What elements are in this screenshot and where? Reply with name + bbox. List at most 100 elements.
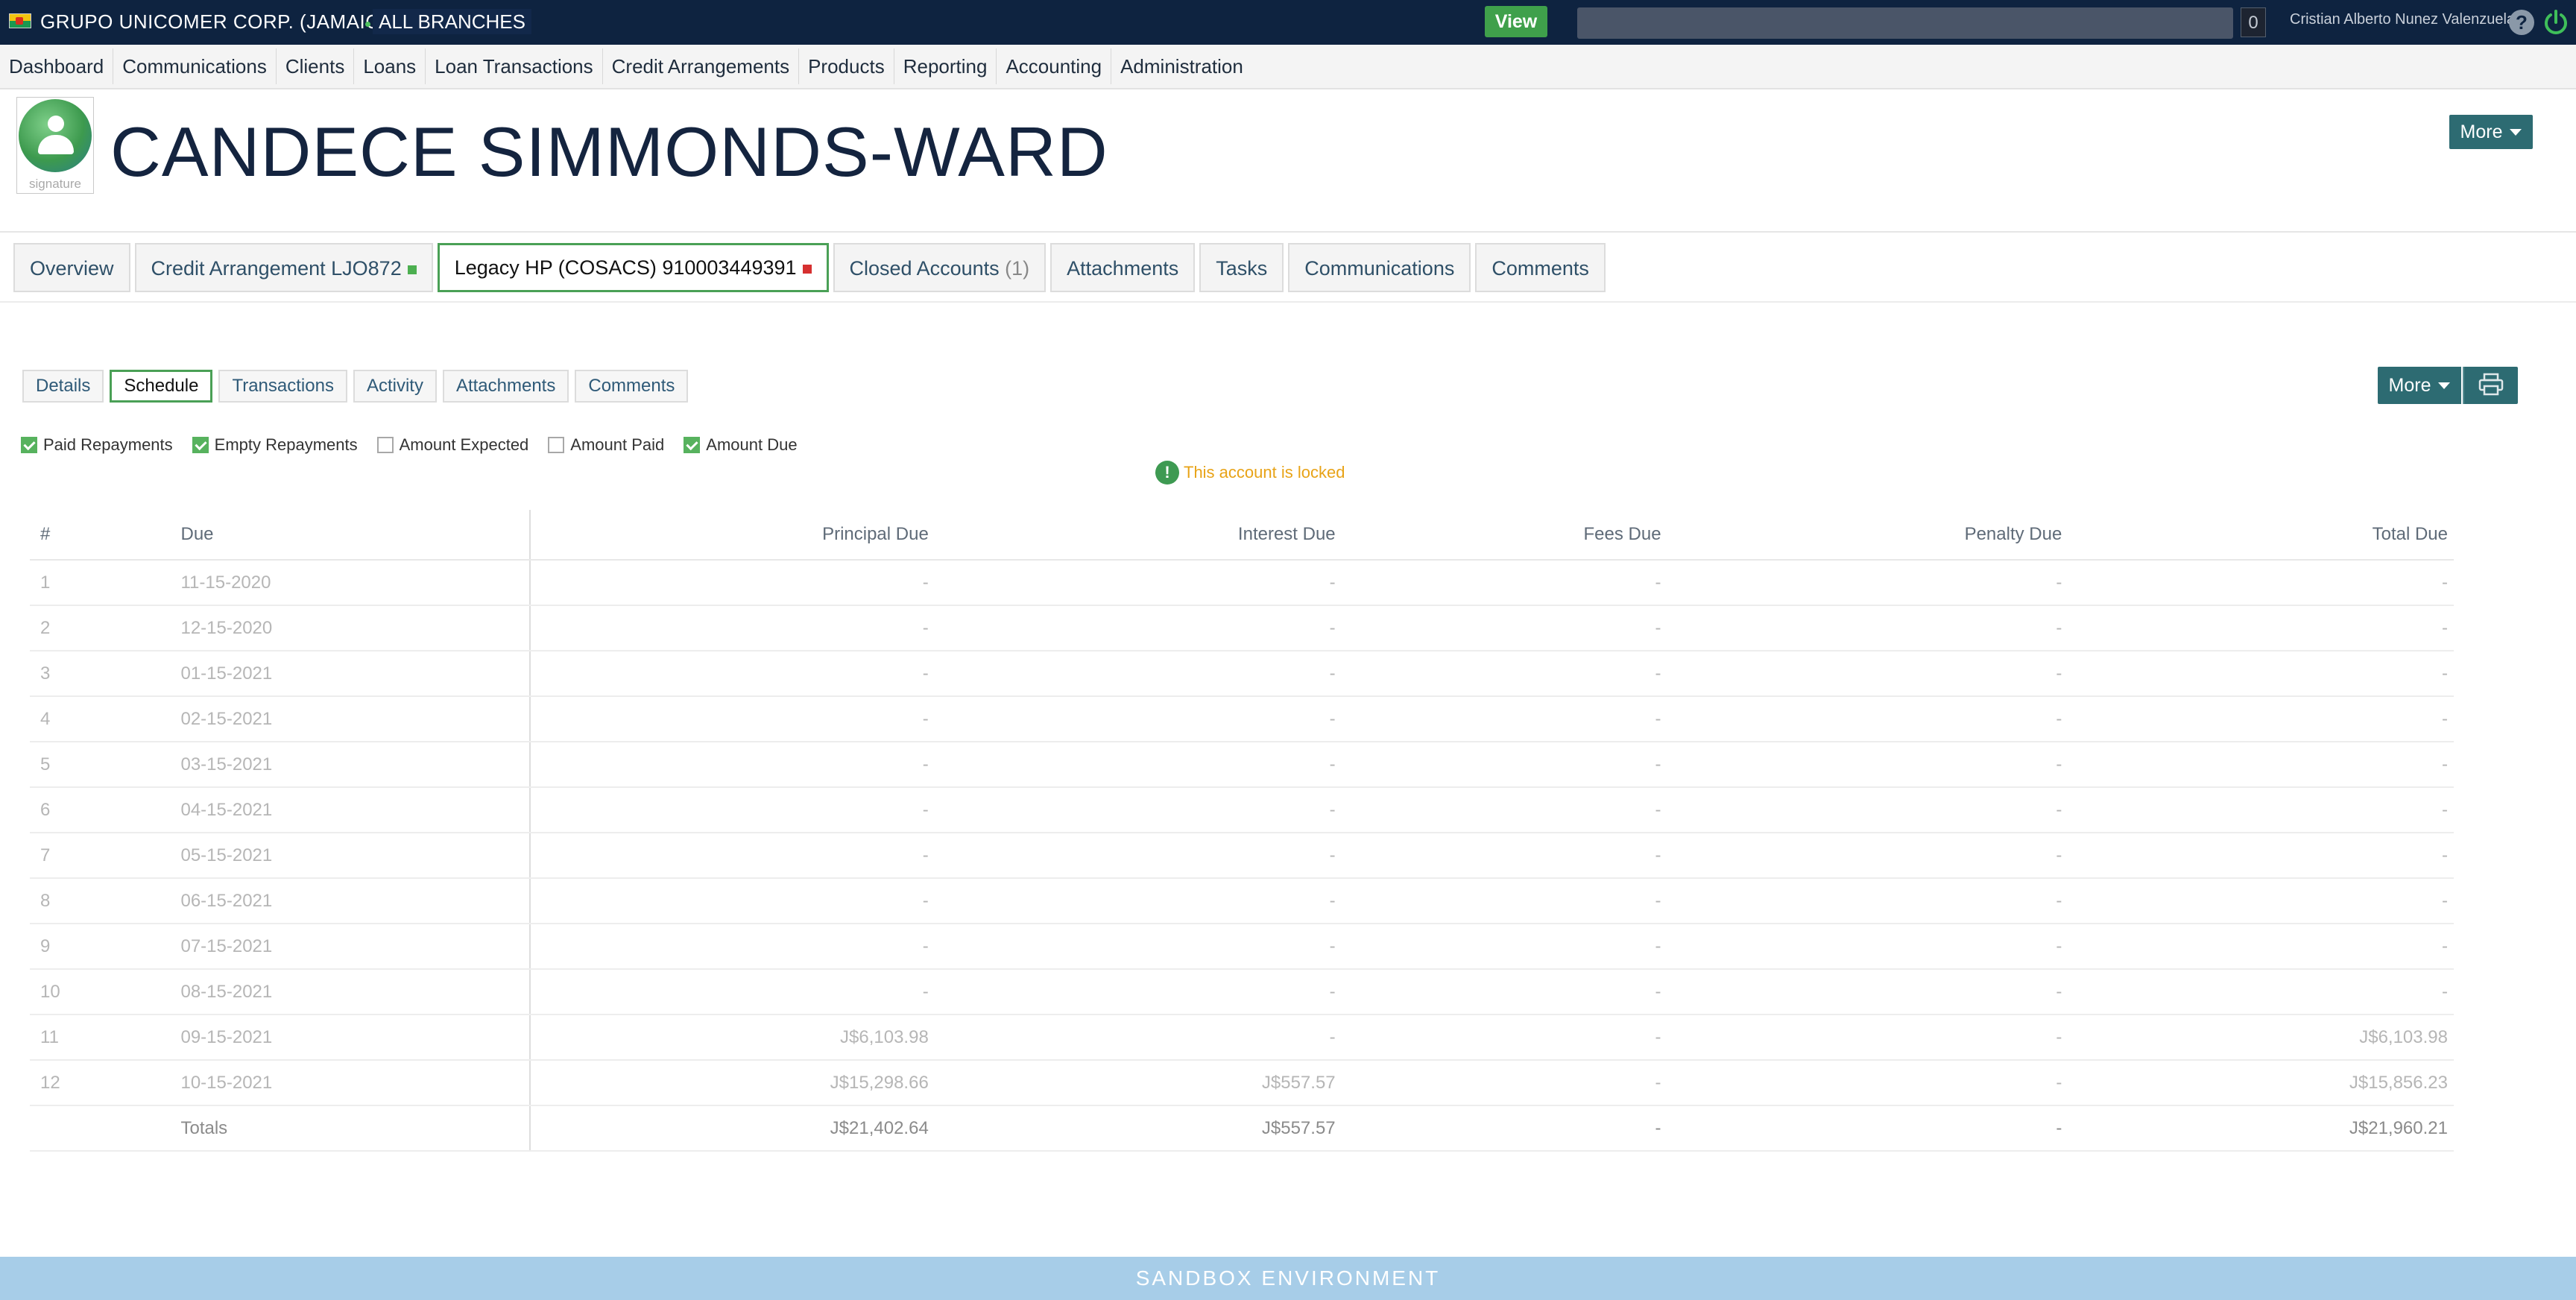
table-row: 1 11-15-2020- - - - - xyxy=(30,560,2454,606)
print-button[interactable] xyxy=(2463,367,2518,404)
row-number: 2 xyxy=(30,605,154,651)
subtab-transactions[interactable]: Transactions xyxy=(218,370,347,403)
nav-communications[interactable]: Communications xyxy=(113,48,277,84)
tab-comments[interactable]: Comments xyxy=(1475,243,1606,292)
client-avatar[interactable]: signature xyxy=(16,97,94,194)
filter-paid-repayments[interactable]: Paid Repayments xyxy=(21,435,173,455)
tab-tasks[interactable]: Tasks xyxy=(1199,243,1284,292)
row-due-date: 02-15-2021 xyxy=(154,696,531,742)
client-more-button[interactable]: More xyxy=(2449,115,2533,149)
row-fees-due: - xyxy=(1341,833,1667,879)
tab-closed-accounts[interactable]: Closed Accounts (1) xyxy=(833,243,1046,292)
row-principal-due: - xyxy=(529,924,935,970)
printer-icon xyxy=(2478,373,2504,395)
nav-products[interactable]: Products xyxy=(799,48,894,84)
checkbox-checked-icon[interactable] xyxy=(684,437,701,453)
nav-accounting[interactable]: Accounting xyxy=(997,48,1112,84)
tab-overview[interactable]: Overview xyxy=(13,243,130,292)
filter-amount-due[interactable]: Amount Due xyxy=(684,435,798,455)
totals-interest-due: J$557.57 xyxy=(934,1105,1342,1152)
row-principal-due: J$6,103.98 xyxy=(529,1015,935,1061)
row-principal-due: J$15,298.66 xyxy=(529,1060,935,1106)
tab-closed-accounts-label: Closed Accounts xyxy=(849,257,1000,280)
table-row: 6 04-15-2021- - - - - xyxy=(30,787,2454,833)
account-more-label: More xyxy=(2388,374,2431,396)
account-more-button[interactable]: More xyxy=(2378,367,2461,404)
row-interest-due: - xyxy=(934,924,1342,970)
row-number: 5 xyxy=(30,742,154,788)
row-number: 1 xyxy=(30,560,154,606)
row-total-due: J$6,103.98 xyxy=(2068,1015,2454,1061)
tab-communications[interactable]: Communications xyxy=(1288,243,1471,292)
checkbox-unchecked-icon[interactable] xyxy=(376,437,394,453)
row-total-due: - xyxy=(2068,878,2454,924)
help-icon[interactable]: ? xyxy=(2509,10,2534,35)
row-total-due: - xyxy=(2068,742,2454,788)
nav-credit-arrangements[interactable]: Credit Arrangements xyxy=(603,48,800,84)
row-principal-due: - xyxy=(529,878,935,924)
column-header-fees-due: Fees Due xyxy=(1341,510,1667,561)
column-header-number: # xyxy=(30,510,154,561)
tab-credit-arrangement[interactable]: Credit Arrangement LJO872 xyxy=(134,243,433,292)
user-name[interactable]: Cristian Alberto Nunez Valenzuela xyxy=(2290,11,2515,28)
row-principal-due: - xyxy=(529,742,935,788)
row-interest-due: J$557.57 xyxy=(934,1060,1342,1106)
row-number: 4 xyxy=(30,696,154,742)
filter-amount-due-label: Amount Due xyxy=(706,435,798,454)
row-fees-due: - xyxy=(1341,1015,1667,1061)
checkbox-unchecked-icon[interactable] xyxy=(548,437,565,453)
totals-label: Totals xyxy=(154,1105,531,1152)
table-row: 3 01-15-2021- - - - - xyxy=(30,651,2454,697)
row-penalty-due: - xyxy=(1667,878,2068,924)
filter-empty-repayments[interactable]: Empty Repayments xyxy=(192,435,358,455)
subtab-schedule[interactable]: Schedule xyxy=(110,370,213,403)
nav-loan-transactions[interactable]: Loan Transactions xyxy=(426,48,603,84)
filter-empty-repayments-label: Empty Repayments xyxy=(214,435,358,454)
table-row: 11 09-15-2021 J$6,103.98- - - J$6,103.98 xyxy=(30,1015,2454,1061)
main-navigation: Dashboard Communications Clients Loans L… xyxy=(0,45,2576,89)
branch-selector[interactable]: ALL BRANCHES xyxy=(373,9,531,34)
power-icon[interactable] xyxy=(2542,8,2570,37)
nav-clients[interactable]: Clients xyxy=(277,48,355,84)
notification-count-badge[interactable]: 0 xyxy=(2241,7,2266,37)
row-number: 10 xyxy=(30,969,154,1015)
nav-reporting[interactable]: Reporting xyxy=(894,48,997,84)
row-penalty-due: - xyxy=(1667,833,2068,879)
tab-legacy-hp[interactable]: Legacy HP (COSACS) 910003449391 xyxy=(437,243,829,292)
filter-amount-paid-label: Amount Paid xyxy=(570,435,665,454)
schedule-rows: 1 11-15-2020- - - - - 2 12-15-2020- - - - - 3 01-15… xyxy=(30,560,2454,1152)
nav-loans[interactable]: Loans xyxy=(354,48,426,84)
global-search-input[interactable] xyxy=(1577,7,2233,39)
row-number: 7 xyxy=(30,833,154,879)
nav-dashboard[interactable]: Dashboard xyxy=(0,48,114,84)
subtab-activity[interactable]: Activity xyxy=(353,370,437,403)
signature-label[interactable]: signature xyxy=(17,177,93,192)
caret-down-icon xyxy=(2510,129,2522,136)
row-interest-due: - xyxy=(934,969,1342,1015)
row-penalty-due: - xyxy=(1667,924,2068,970)
row-total-due: - xyxy=(2068,787,2454,833)
nav-administration[interactable]: Administration xyxy=(1111,48,1252,84)
checkbox-checked-icon[interactable] xyxy=(21,437,37,453)
row-interest-due: - xyxy=(934,878,1342,924)
row-total-due: - xyxy=(2068,924,2454,970)
row-due-date: 05-15-2021 xyxy=(154,833,531,879)
filter-amount-paid[interactable]: Amount Paid xyxy=(548,435,664,455)
view-button[interactable]: View xyxy=(1485,6,1547,37)
filter-amount-expected[interactable]: Amount Expected xyxy=(376,435,528,455)
row-due-date: 07-15-2021 xyxy=(154,924,531,970)
country-flag-icon xyxy=(9,13,31,28)
tab-overview-label: Overview xyxy=(30,257,114,280)
tab-attachments[interactable]: Attachments xyxy=(1050,243,1196,292)
row-principal-due: - xyxy=(529,969,935,1015)
subtab-details[interactable]: Details xyxy=(22,370,104,403)
row-total-due: - xyxy=(2068,833,2454,879)
subtab-attachments[interactable]: Attachments xyxy=(442,370,569,403)
header-divider xyxy=(0,231,2576,233)
checkbox-checked-icon[interactable] xyxy=(192,437,209,453)
account-locked-message: This account is locked xyxy=(1184,463,1345,482)
user-avatar-icon xyxy=(19,99,92,172)
subtab-comments[interactable]: Comments xyxy=(575,370,689,403)
branch-status-dot xyxy=(365,22,370,27)
tabs-divider xyxy=(0,301,2576,303)
